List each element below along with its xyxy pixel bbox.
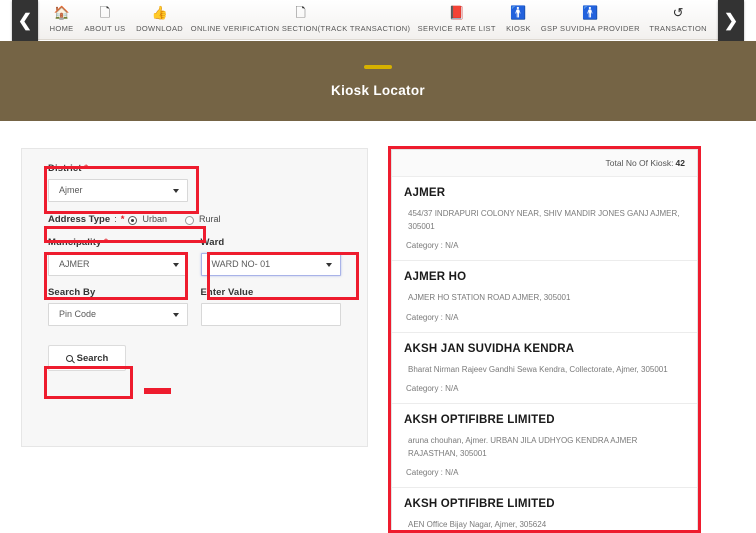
searchby-value-row: Search By Pin Code Enter Value	[48, 287, 353, 326]
kiosk-name: AKSH OPTIFIBRE LIMITED	[404, 413, 555, 426]
chevron-down-icon	[173, 313, 179, 317]
file-icon: 🗋	[295, 5, 306, 20]
required-asterisk: *	[84, 163, 89, 174]
home-icon: 🏠	[53, 5, 70, 20]
kiosk-address: AEN Office Bijay Nagar, Ajmer, 305624	[408, 520, 547, 530]
search-by-label: Search By	[48, 287, 96, 298]
list-item[interactable]: AKSH OPTIFIBRE LIMITED AEN Office Bijay …	[392, 488, 697, 533]
person-icon: 🚹	[510, 5, 527, 20]
radio-urban-label: Urban	[142, 214, 167, 224]
ward-field-group: Ward WARD NO- 01	[200, 237, 354, 276]
nav-prev-arrow-button[interactable]: ❮	[12, 0, 38, 41]
district-select-value: Ajmer	[59, 185, 83, 195]
top-navigation: 🏠 HOME 🗋 ABOUT US 👍 DOWNLOAD 🗋 ONLINE VE…	[0, 0, 756, 41]
nav-item-kiosk[interactable]: 🚹 KIOSK	[501, 4, 537, 33]
address-type-group: Address Type : * Urban Rural	[48, 212, 353, 226]
page-root: 🏠 HOME 🗋 ABOUT US 👍 DOWNLOAD 🗋 ONLINE VE…	[0, 0, 756, 533]
nav-label-transaction: TRANSACTION	[649, 24, 707, 33]
list-item[interactable]: AKSH JAN SUVIDHA KENDRA Bharat Nirman Ra…	[392, 333, 697, 404]
nav-label-gsp-suvidha-provider: GSP SUVIDHA PROVIDER	[540, 24, 640, 33]
main-content: District * Ajmer Address Type : * Urban	[0, 121, 756, 533]
nav-label-online-verification: ONLINE VERIFICATION SECTION(TRACK TRANSA…	[190, 24, 411, 33]
municipality-label: Muncipality *	[48, 237, 108, 248]
enter-value-input[interactable]	[200, 303, 341, 326]
results-total-count: 42	[675, 158, 685, 168]
kiosk-address: 454/37 INDRAPURI COLONY NEAR, SHIV MANDI…	[408, 209, 680, 232]
search-by-field-group: Search By Pin Code	[48, 287, 201, 326]
district-field-group: District * Ajmer	[48, 163, 353, 202]
kiosk-address: aruna chouhan, Ajmer. URBAN JILA UDHYOG …	[408, 435, 638, 458]
nav-item-transaction[interactable]: ↺ TRANSACTION	[644, 4, 712, 33]
enter-value-label: Enter Value	[200, 287, 254, 298]
radio-urban[interactable]	[128, 215, 138, 225]
kiosk-address: AJMER HO STATION ROAD AJMER, 305001	[408, 293, 571, 303]
ward-select-value: WARD NO- 01	[211, 259, 271, 269]
chevron-down-icon	[173, 189, 179, 193]
banner-accent-divider	[364, 64, 392, 69]
nav-label-home: HOME	[49, 24, 74, 33]
radio-rural-label: Rural	[198, 214, 221, 224]
municipality-field-group: Muncipality * AJMER	[48, 237, 201, 276]
list-item[interactable]: AKSH OPTIFIBRE LIMITED aruna chouhan, Aj…	[392, 404, 697, 489]
nav-item-service-rate-list[interactable]: 📕 SERVICE RATE LIST	[413, 4, 501, 33]
results-total-header: Total No Of Kiosk: 42	[392, 150, 697, 177]
document-icon: 🗋	[99, 5, 111, 20]
municipality-ward-row: Muncipality * AJMER Ward WARD NO- 01	[48, 237, 353, 276]
kiosk-name: AKSH OPTIFIBRE LIMITED	[404, 498, 555, 511]
search-form-card: District * Ajmer Address Type : * Urban	[21, 148, 368, 447]
nav-item-about-us[interactable]: 🗋 ABOUT US	[79, 4, 131, 33]
radio-rural[interactable]	[184, 215, 194, 225]
address-type-label: Address Type	[48, 213, 111, 225]
list-item[interactable]: AJMER 454/37 INDRAPURI COLONY NEAR, SHIV…	[392, 177, 697, 262]
nav-items-container: 🏠 HOME 🗋 ABOUT US 👍 DOWNLOAD 🗋 ONLINE VE…	[38, 0, 718, 40]
municipality-select-value: AJMER	[59, 259, 90, 269]
nav-label-service-rate-list: SERVICE RATE LIST	[417, 24, 496, 33]
address-type-colon: :	[114, 213, 117, 225]
search-button[interactable]: Search	[48, 345, 126, 371]
nav-next-arrow-button[interactable]: ❯	[718, 0, 744, 41]
search-by-select[interactable]: Pin Code	[48, 303, 188, 326]
nav-item-download[interactable]: 👍 DOWNLOAD	[131, 4, 188, 33]
ward-label: Ward	[200, 237, 225, 248]
annotation-marker-bar	[144, 388, 171, 394]
district-select[interactable]: Ajmer	[48, 179, 188, 202]
required-asterisk: *	[120, 213, 125, 225]
chevron-down-icon	[173, 263, 179, 267]
kiosk-category: Category : N/A	[406, 383, 459, 393]
required-asterisk: *	[104, 237, 108, 248]
nav-label-kiosk: KIOSK	[506, 24, 531, 33]
nav-item-home[interactable]: 🏠 HOME	[44, 4, 79, 33]
search-button-label: Search	[76, 352, 109, 364]
nav-label-about-us: ABOUT US	[84, 24, 126, 33]
municipality-select[interactable]: AJMER	[48, 253, 188, 276]
search-by-select-value: Pin Code	[59, 309, 97, 319]
kiosk-results-panel[interactable]: Total No Of Kiosk: 42 AJMER 454/37 INDRA…	[391, 149, 698, 533]
thumbs-up-icon: 👍	[151, 5, 168, 20]
person-icon: 🚹	[582, 5, 599, 20]
kiosk-name: AJMER	[404, 187, 446, 199]
kiosk-category: Category : N/A	[406, 468, 459, 478]
page-title: Kiosk Locator	[331, 82, 425, 98]
district-label: District *	[48, 163, 89, 174]
book-icon: 📕	[448, 5, 465, 20]
page-banner: Kiosk Locator	[0, 41, 756, 121]
search-icon	[65, 354, 73, 362]
kiosk-category: Category : N/A	[406, 241, 459, 251]
nav-label-download: DOWNLOAD	[136, 24, 184, 33]
chevron-down-icon	[325, 263, 332, 267]
kiosk-address: Bharat Nirman Rajeev Gandhi Sewa Kendra,…	[408, 364, 668, 374]
kiosk-name: AKSH JAN SUVIDHA KENDRA	[404, 342, 575, 355]
list-item[interactable]: AJMER HO AJMER HO STATION ROAD AJMER, 30…	[392, 261, 697, 333]
ward-select[interactable]: WARD NO- 01	[200, 253, 341, 276]
nav-item-gsp-suvidha-provider[interactable]: 🚹 GSP SUVIDHA PROVIDER	[536, 4, 644, 33]
nav-item-online-verification[interactable]: 🗋 ONLINE VERIFICATION SECTION(TRACK TRAN…	[188, 4, 413, 33]
history-icon: ↺	[672, 5, 684, 20]
results-total-label: Total No Of Kiosk:	[605, 158, 674, 168]
enter-value-field-group: Enter Value	[200, 287, 354, 326]
kiosk-category: Category : N/A	[406, 312, 459, 322]
kiosk-name: AJMER HO	[404, 271, 467, 284]
